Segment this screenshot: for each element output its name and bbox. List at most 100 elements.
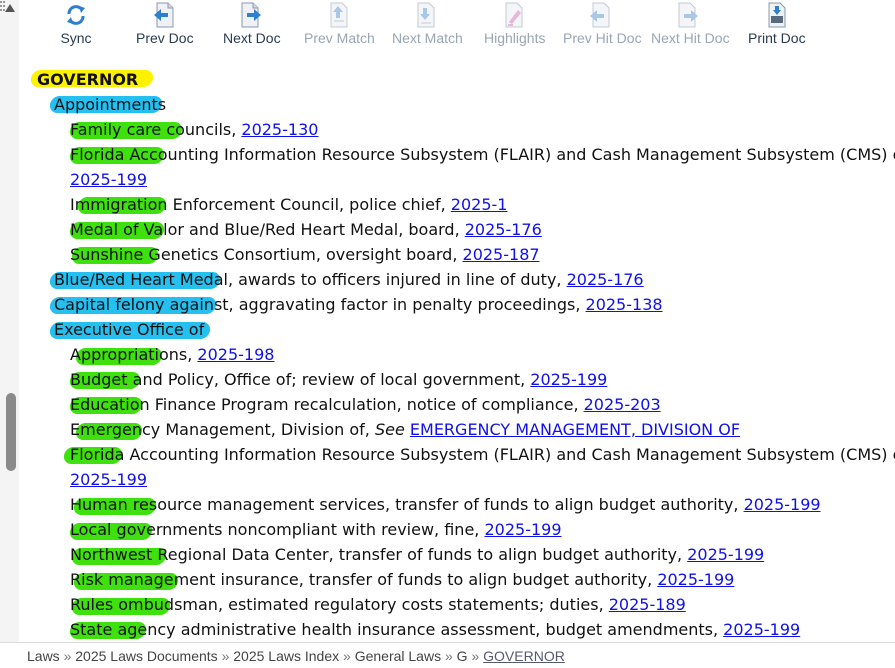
breadcrumb-separator: » bbox=[63, 648, 72, 664]
breadcrumb-item[interactable]: 2025 Laws Documents bbox=[75, 648, 217, 664]
entry-text: Blue/Red Heart Medal, awards to officers… bbox=[54, 270, 567, 289]
list-item: Florida Accounting Information Resource … bbox=[62, 442, 895, 467]
list-item: Education Finance Program recalculation,… bbox=[68, 392, 661, 417]
entry-text: Northwest Regional Data Center, transfer… bbox=[70, 545, 688, 564]
entry-text: State agency administrative health insur… bbox=[70, 620, 724, 639]
highlights-button[interactable]: Highlights bbox=[484, 0, 546, 46]
breadcrumb-item[interactable]: 2025 Laws Index bbox=[233, 648, 339, 664]
list-item: 2025-199 bbox=[70, 467, 147, 492]
entry-text: Appropriations, bbox=[70, 345, 198, 364]
list-item: Local governments noncompliant with revi… bbox=[68, 517, 562, 542]
next-doc-icon bbox=[241, 2, 261, 28]
list-item: Rules ombudsman, estimated regulatory co… bbox=[70, 592, 686, 617]
entry-text: Immigration Enforcement Council, police … bbox=[70, 195, 451, 214]
highlighter-icon bbox=[505, 2, 523, 28]
breadcrumb-separator: » bbox=[343, 648, 351, 664]
highlights-label: Highlights bbox=[484, 30, 546, 46]
breadcrumb-item[interactable]: G bbox=[457, 648, 468, 664]
index-heading-row: GOVERNOR bbox=[29, 67, 155, 92]
sync-button[interactable]: Sync bbox=[60, 0, 92, 46]
index-content: GOVERNOR Appointments Family care counci… bbox=[0, 66, 895, 642]
list-item: Executive Office of bbox=[48, 317, 212, 342]
breadcrumb-current[interactable]: GOVERNOR bbox=[483, 648, 565, 664]
entry-text: Capital felony against, aggravating fact… bbox=[54, 295, 586, 314]
entry-text: Florida Accounting Information Resource … bbox=[70, 145, 895, 164]
breadcrumb-item[interactable]: Laws bbox=[27, 648, 60, 664]
entry-link[interactable]: 2025-199 bbox=[530, 370, 607, 389]
next-hit-doc-label: Next Hit Doc bbox=[651, 30, 730, 46]
entry-link[interactable]: 2025-203 bbox=[584, 395, 661, 414]
breadcrumb-item[interactable]: General Laws bbox=[355, 648, 441, 664]
entry-link[interactable]: 2025-199 bbox=[657, 570, 734, 589]
prev-match-icon bbox=[330, 2, 348, 28]
entry-link[interactable]: 2025-199 bbox=[744, 495, 821, 514]
sync-label: Sync bbox=[60, 30, 92, 46]
cross-reference-link[interactable]: EMERGENCY MANAGEMENT, DIVISION OF bbox=[410, 420, 740, 439]
entry-link[interactable]: 2025-176 bbox=[465, 220, 542, 239]
list-item: Medal of Valor and Blue/Red Heart Medal,… bbox=[68, 217, 542, 242]
entry-text: Local governments noncompliant with revi… bbox=[70, 520, 485, 539]
list-item: Emergency Management, Division of, See E… bbox=[70, 417, 740, 442]
entry-text: Education Finance Program recalculation,… bbox=[70, 395, 584, 414]
prev-doc-button[interactable]: Prev Doc bbox=[136, 0, 194, 46]
next-doc-button[interactable]: Next Doc bbox=[223, 0, 281, 46]
entry-text: Florida Accounting Information Resource … bbox=[70, 445, 895, 464]
list-item: Blue/Red Heart Medal, awards to officers… bbox=[48, 267, 644, 292]
entry-link[interactable]: 2025-199 bbox=[687, 545, 764, 564]
pane-resize-grip-icon[interactable] bbox=[0, 0, 6, 16]
prev-doc-label: Prev Doc bbox=[136, 30, 194, 46]
entry-link[interactable]: 2025-198 bbox=[197, 345, 274, 364]
entry-text: Risk management insurance, transfer of f… bbox=[70, 570, 658, 589]
entry-link[interactable]: 2025-189 bbox=[609, 595, 686, 614]
entry-text: Medal of Valor and Blue/Red Heart Medal,… bbox=[70, 220, 465, 239]
entry-link[interactable]: 2025-1 bbox=[451, 195, 508, 214]
entry-link[interactable]: 2025-138 bbox=[586, 295, 663, 314]
prev-hit-doc-icon bbox=[590, 2, 610, 28]
breadcrumb-separator: » bbox=[471, 648, 480, 664]
next-match-label: Next Match bbox=[392, 30, 463, 46]
list-item: State agency administrative health insur… bbox=[68, 617, 800, 642]
scroll-up-arrow-icon[interactable] bbox=[5, 4, 15, 12]
entry-text: Appointments bbox=[54, 95, 167, 114]
entry-text: Rules ombudsman, estimated regulatory co… bbox=[70, 595, 609, 614]
entry-link[interactable]: 2025-187 bbox=[463, 245, 540, 264]
list-item: Budget and Policy, Office of; review of … bbox=[68, 367, 607, 392]
index-heading: GOVERNOR bbox=[37, 70, 139, 89]
sync-icon bbox=[67, 5, 85, 25]
list-item: Sunshine Genetics Consortium, oversight … bbox=[70, 242, 540, 267]
print-doc-button[interactable]: Print Doc bbox=[748, 0, 806, 46]
list-item: Human resource management services, tran… bbox=[70, 492, 821, 517]
entry-link[interactable]: 2025-199 bbox=[484, 520, 561, 539]
entry-text: Sunshine Genetics Consortium, oversight … bbox=[70, 245, 463, 264]
entry-link[interactable]: 2025-199 bbox=[70, 170, 147, 189]
entry-text: Emergency Management, Division of, bbox=[70, 420, 375, 439]
entry-text: Human resource management services, tran… bbox=[70, 495, 744, 514]
next-hit-doc-button[interactable]: Next Hit Doc bbox=[651, 0, 730, 46]
prev-match-button[interactable]: Prev Match bbox=[304, 0, 375, 46]
entry-link[interactable]: 2025-176 bbox=[567, 270, 644, 289]
list-item: Capital felony against, aggravating fact… bbox=[48, 292, 663, 317]
prev-doc-icon bbox=[154, 2, 174, 28]
see-reference: See bbox=[374, 420, 405, 439]
list-item: Appropriations, 2025-198 bbox=[70, 342, 274, 367]
entry-link[interactable]: 2025-130 bbox=[241, 120, 318, 139]
list-item: 2025-199 bbox=[70, 167, 147, 192]
printer-icon bbox=[768, 2, 786, 28]
list-item: Family care councils, 2025-130 bbox=[68, 117, 318, 142]
entry-link[interactable]: 2025-199 bbox=[723, 620, 800, 639]
list-item: Florida Accounting Information Resource … bbox=[68, 142, 895, 167]
entry-text: Family care councils, bbox=[70, 120, 242, 139]
entry-text: Budget and Policy, Office of; review of … bbox=[70, 370, 531, 389]
list-item: Northwest Regional Data Center, transfer… bbox=[70, 542, 764, 567]
next-match-icon bbox=[417, 2, 435, 28]
print-doc-label: Print Doc bbox=[748, 30, 806, 46]
prev-hit-doc-button[interactable]: Prev Hit Doc bbox=[563, 0, 642, 46]
next-hit-doc-icon bbox=[678, 2, 698, 28]
breadcrumb: Laws » 2025 Laws Documents » 2025 Laws I… bbox=[0, 642, 895, 668]
breadcrumb-separator: » bbox=[221, 648, 230, 664]
entry-text: Executive Office of bbox=[54, 320, 205, 339]
entry-link[interactable]: 2025-199 bbox=[70, 470, 147, 489]
list-item: Appointments bbox=[48, 92, 167, 117]
prev-hit-doc-label: Prev Hit Doc bbox=[563, 30, 642, 46]
next-match-button[interactable]: Next Match bbox=[392, 0, 463, 46]
